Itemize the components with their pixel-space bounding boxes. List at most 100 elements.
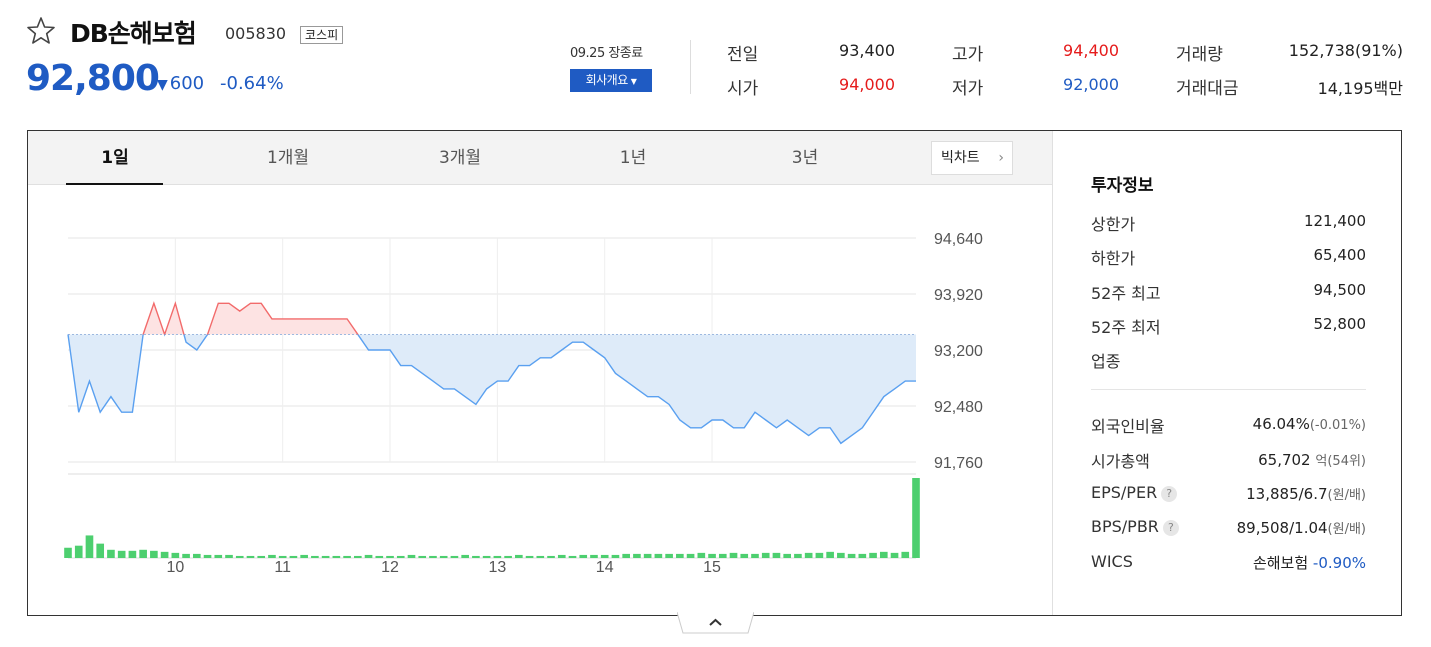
volume-bar: [858, 553, 867, 558]
volume-bar: [826, 551, 834, 558]
change-rate: -0.64%: [220, 73, 284, 94]
volume-bar: [547, 555, 555, 558]
volume-bar: [225, 554, 233, 558]
volume-bar: [536, 555, 545, 558]
stock-name: DB손해보험: [70, 19, 197, 48]
high52-label: 52주 최고: [1091, 284, 1161, 303]
eps-per-label: EPS/PER?: [1091, 483, 1178, 502]
volume-bar: [869, 552, 877, 558]
bps-pbr-label: BPS/PBR?: [1091, 517, 1179, 536]
high52-value: 94,500: [1313, 281, 1367, 299]
low52-value: 52,800: [1313, 315, 1367, 333]
industry-label: 업종: [1091, 352, 1121, 371]
volume-bar: [751, 553, 759, 558]
volume-bar: [375, 555, 384, 558]
volume-bar: [837, 552, 845, 558]
volume-bar: [783, 553, 792, 558]
tab-3month[interactable]: 3개월: [400, 131, 520, 185]
volume-bar: [354, 555, 362, 558]
volume-bar: [246, 555, 255, 558]
volume-bar: [214, 554, 223, 558]
volume-bar: [160, 551, 169, 558]
volume-bar: [600, 554, 609, 558]
volume-bar: [257, 555, 266, 558]
market-cap-label: 시가총액: [1091, 452, 1150, 471]
market-status: 09.25 장종료: [570, 46, 643, 61]
tab-1month[interactable]: 1개월: [228, 131, 348, 185]
volume-bar: [182, 553, 190, 558]
company-overview-label: 회사개요: [585, 73, 629, 87]
volume-bar: [515, 554, 523, 558]
chevron-right-icon: ›: [998, 150, 1004, 166]
volume-bar: [729, 552, 738, 558]
company-overview-button[interactable]: 회사개요 ▼: [570, 69, 652, 92]
collapse-button[interactable]: [677, 612, 754, 634]
tab-1year[interactable]: 1년: [573, 131, 693, 185]
volume-bar: [643, 553, 652, 558]
wics-sector[interactable]: 손해보험: [1253, 554, 1308, 572]
question-icon[interactable]: ?: [1161, 486, 1178, 502]
chart-panel: 1일 1개월 3개월 1년 3년 빅차트 › 94,640 93,920 93,200…: [27, 130, 1402, 616]
question-icon[interactable]: ?: [1162, 520, 1179, 536]
volume-bar: [128, 550, 137, 558]
market-badge: 코스피: [300, 26, 344, 44]
price-chart: 94,640 93,920 93,200 92,480 91,760 10 11 12 13 14…: [64, 231, 983, 576]
volume-bar: [85, 535, 94, 558]
stock-code: 005830: [225, 24, 287, 43]
volume-bar: [676, 553, 684, 558]
amount-label: 거래대금: [1176, 79, 1239, 99]
wics-rate: -0.90%: [1312, 554, 1366, 572]
volume-bar: [611, 554, 620, 558]
invest-info-title: 투자정보: [1091, 176, 1154, 196]
upper-limit-label: 상한가: [1091, 215, 1136, 234]
tab-3year[interactable]: 3년: [745, 131, 865, 185]
x-tick-label: 10: [166, 559, 184, 576]
volume-bar: [718, 553, 727, 558]
volume-bar: [407, 554, 416, 558]
divider: [690, 40, 691, 94]
volume-bar: [171, 552, 180, 558]
eps-per-text: EPS/PER: [1091, 483, 1158, 502]
volume-bar: [311, 555, 319, 558]
volume-bar: [386, 555, 394, 558]
eps-per: 13,885/6.7: [1246, 485, 1328, 503]
invest-info: 투자정보 상한가 121,400 하한가 65,400 52주 최고 94,50…: [1052, 131, 1402, 615]
volume-bar: [450, 555, 459, 558]
volume-bar: [396, 555, 405, 558]
x-tick-label: 15: [703, 559, 721, 576]
x-tick-label: 14: [596, 559, 614, 576]
volume-bar: [525, 555, 534, 558]
triangle-down-icon: ▼: [157, 77, 168, 93]
volume-bar: [568, 555, 577, 558]
low-label: 저가: [952, 79, 984, 99]
volume-bar: [557, 554, 566, 558]
volume-bar: [64, 547, 72, 558]
bigchart-label: 빅차트: [941, 150, 980, 166]
volume-bar: [117, 550, 126, 558]
foreign-ratio-value: 46.04%(-0.01%): [1253, 415, 1366, 433]
volume-bar: [847, 553, 856, 558]
bigchart-button[interactable]: 빅차트 ›: [931, 141, 1013, 175]
price-change-value: 600: [169, 73, 205, 94]
volume-bar: [429, 555, 437, 558]
star-outline-icon[interactable]: [26, 16, 56, 46]
volume-bar: [139, 549, 147, 558]
volume-bar: [235, 555, 244, 558]
bps-pbr-value: 89,508/1.04(원/배): [1237, 518, 1366, 537]
volume-bar: [343, 555, 351, 558]
foreign-ratio-change: (-0.01%): [1309, 418, 1366, 433]
bps-pbr: 89,508/1.04: [1236, 519, 1328, 537]
volume-bar: [332, 555, 341, 558]
volume-bar: [772, 552, 781, 558]
current-price: 92,800: [26, 58, 160, 99]
volume-bar: [890, 552, 899, 558]
low-value: 92,000: [1063, 75, 1119, 94]
y-tick-label: 93,920: [934, 287, 983, 304]
prev-close-label: 전일: [727, 45, 759, 65]
volume-bar: [686, 553, 695, 558]
tab-1day[interactable]: 1일: [55, 131, 175, 185]
volume-bar: [740, 553, 749, 558]
volume-bar: [278, 555, 287, 558]
volume-bar: [482, 555, 491, 558]
foreign-ratio-label: 외국인비율: [1091, 417, 1165, 436]
